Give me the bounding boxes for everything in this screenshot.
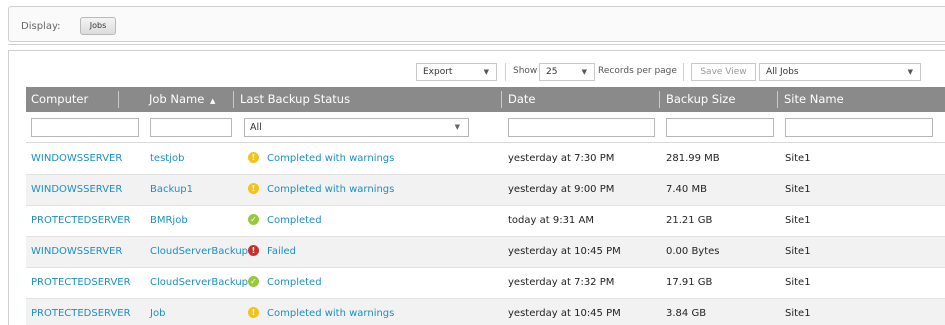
chevron-down-icon: ▼: [483, 68, 489, 76]
display-label: Display:: [21, 21, 61, 32]
chevron-down-icon: ▼: [907, 68, 913, 76]
column-divider: [777, 91, 778, 108]
status-text: Completed: [267, 277, 322, 288]
site-name-cell: Site1: [785, 153, 811, 164]
show-label: Show: [513, 66, 538, 76]
jobs-button[interactable]: Jobs: [80, 17, 116, 35]
date-cell: yesterday at 10:45 PM: [508, 246, 621, 257]
backup-size-cell: 3.84 GB: [666, 308, 707, 319]
column-divider: [118, 91, 119, 108]
site-name-filter-input[interactable]: [785, 118, 933, 137]
warning-icon: !: [248, 151, 259, 163]
view-value: All Jobs: [766, 67, 799, 77]
date-cell: yesterday at 7:30 PM: [508, 153, 615, 164]
date-cell: yesterday at 7:32 PM: [508, 277, 615, 288]
backup-size-filter-input[interactable]: [666, 118, 774, 137]
date-cell: yesterday at 10:45 PM: [508, 308, 621, 319]
job-name-link[interactable]: BMRjob: [150, 206, 188, 236]
site-name-cell: Site1: [785, 215, 811, 226]
status-link[interactable]: ! Failed: [248, 237, 296, 267]
job-name-link[interactable]: testjob: [150, 144, 184, 174]
check-icon: ✓: [248, 275, 259, 287]
table-row[interactable]: PROTECTEDSERVER BMRjob ✓ Completed today at …: [26, 206, 945, 237]
status-filter-select[interactable]: All ▼: [244, 118, 469, 137]
status-link[interactable]: ✓ Completed: [248, 268, 322, 298]
view-select[interactable]: All Jobs ▼: [759, 63, 921, 81]
status-filter-value: All: [250, 122, 262, 133]
backup-size-cell: 281.99 MB: [666, 153, 720, 164]
page-size-select[interactable]: 25 ▼: [539, 63, 595, 81]
column-divider: [233, 91, 234, 108]
backup-size-cell: 7.40 MB: [666, 184, 707, 195]
warning-icon: !: [248, 182, 259, 194]
date-cell: today at 9:31 AM: [508, 215, 594, 226]
computer-link[interactable]: PROTECTEDSERVER: [31, 299, 131, 325]
export-label: Export: [423, 67, 453, 77]
site-name-cell: Site1: [785, 308, 811, 319]
divider: [8, 44, 945, 45]
column-header-label: Job Name: [149, 92, 205, 106]
status-link[interactable]: ✓ Completed: [248, 206, 322, 236]
status-text: Completed with warnings: [267, 184, 395, 195]
status-text: Failed: [267, 246, 297, 257]
table-row[interactable]: WINDOWSSERVER testjob! Completed with warn…: [26, 144, 945, 175]
backup-size-cell: 0.00 Bytes: [666, 246, 720, 257]
export-dropdown[interactable]: Export ▼: [416, 63, 497, 81]
column-header-computer[interactable]: Computer: [26, 87, 88, 112]
table-header: Computer Job Name ▲ Last Backup Status D…: [26, 87, 945, 112]
save-view-button[interactable]: Save View: [691, 63, 756, 81]
computer-link[interactable]: PROTECTEDSERVER: [31, 268, 131, 298]
column-header-status[interactable]: Last Backup Status: [235, 87, 350, 112]
job-name-link[interactable]: CloudServerBackup: [150, 268, 248, 298]
display-bar: Display: Jobs: [8, 6, 945, 42]
site-name-cell: Site1: [785, 246, 811, 257]
status-text: Completed with warnings: [267, 153, 395, 164]
chevron-down-icon: ▼: [454, 123, 460, 131]
job-name-link[interactable]: Backup1: [150, 175, 193, 205]
job-name-filter-input[interactable]: [150, 118, 232, 137]
column-header-job-name[interactable]: Job Name ▲: [144, 87, 215, 112]
backup-size-cell: 21.21 GB: [666, 215, 713, 226]
table-row[interactable]: PROTECTEDSERVER Job! Completed with warnin…: [26, 299, 945, 325]
table-row[interactable]: PROTECTEDSERVER CloudServerBackup ✓ Complet…: [26, 268, 945, 299]
column-divider: [501, 91, 502, 108]
status-text: Completed with warnings: [267, 308, 395, 319]
computer-filter-input[interactable]: [31, 118, 139, 137]
sort-ascending-icon: ▲: [209, 97, 216, 105]
site-name-cell: Site1: [785, 184, 811, 195]
toolbar-divider: [683, 63, 684, 81]
toolbar-divider: [505, 63, 506, 81]
status-link[interactable]: ! Completed with warnings: [248, 144, 394, 174]
table-row[interactable]: WINDOWSSERVER CloudServerBackup! Failed yes…: [26, 237, 945, 268]
filter-row: All ▼: [26, 112, 945, 143]
column-divider: [659, 91, 660, 108]
column-header-backup-size[interactable]: Backup Size: [661, 87, 735, 112]
backup-size-cell: 17.91 GB: [666, 277, 713, 288]
warning-icon: !: [248, 306, 259, 318]
records-per-page-label: Records per page: [598, 66, 677, 76]
computer-link[interactable]: PROTECTEDSERVER: [31, 206, 131, 236]
jobs-page: { "display": { "label": "Display:", "job…: [0, 0, 945, 325]
table-row[interactable]: WINDOWSSERVER Backup1! Completed with warn…: [26, 175, 945, 206]
job-name-link[interactable]: Job: [150, 299, 165, 325]
status-link[interactable]: ! Completed with warnings: [248, 175, 394, 205]
date-cell: yesterday at 9:00 PM: [508, 184, 615, 195]
job-name-link[interactable]: CloudServerBackup: [150, 237, 248, 267]
page-size-value: 25: [546, 67, 558, 77]
computer-link[interactable]: WINDOWSSERVER: [31, 237, 122, 267]
error-icon: !: [248, 244, 259, 256]
date-filter-input[interactable]: [508, 118, 655, 137]
site-name-cell: Site1: [785, 277, 811, 288]
chevron-down-icon: ▼: [581, 68, 587, 76]
computer-link[interactable]: WINDOWSSERVER: [31, 144, 122, 174]
computer-link[interactable]: WINDOWSSERVER: [31, 175, 122, 205]
status-text: Completed: [267, 215, 322, 226]
check-icon: ✓: [248, 213, 259, 225]
column-header-date[interactable]: Date: [503, 87, 536, 112]
status-link[interactable]: ! Completed with warnings: [248, 299, 394, 325]
column-header-site-name[interactable]: Site Name: [779, 87, 844, 112]
